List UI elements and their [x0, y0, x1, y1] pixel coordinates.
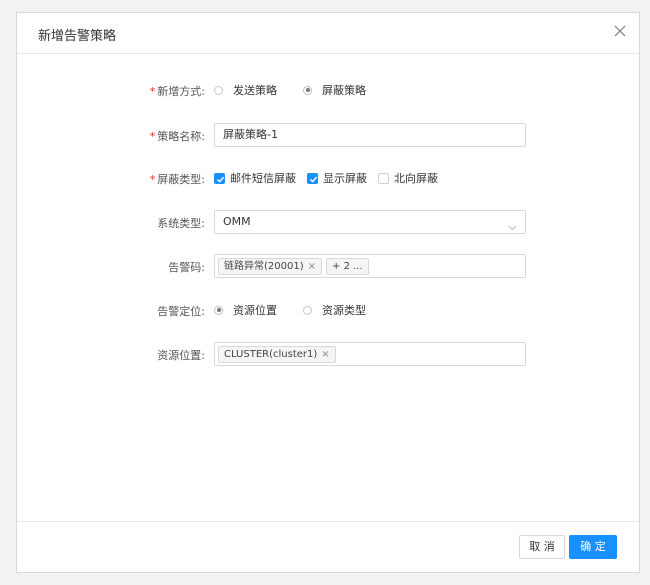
tag-label: CLUSTER(cluster1)	[224, 348, 318, 360]
checkbox-display-mask[interactable]: 显示屏蔽	[307, 170, 367, 186]
alarm-code-row: 告警码: 链路异常(20001) × + 2 ...	[17, 254, 639, 278]
add-alarm-policy-dialog: 新增告警策略 * 新增方式: 发送策略 屏蔽策略 * 策略名称: 屏蔽策略-1 * 屏…	[16, 12, 640, 573]
resource-location-tag: CLUSTER(cluster1) ×	[218, 345, 336, 363]
mode-label: * 新增方式:	[150, 83, 205, 99]
resource-location-row: 资源位置: CLUSTER(cluster1) ×	[17, 342, 639, 366]
dialog-footer: 取 消 确 定	[17, 521, 639, 572]
radio-mask-policy[interactable]: 屏蔽策略	[303, 82, 366, 98]
tag-remove-icon[interactable]: ×	[321, 349, 329, 360]
alarm-code-multiselect[interactable]: 链路异常(20001) × + 2 ...	[214, 254, 526, 278]
radio-selected-icon	[214, 305, 223, 315]
name-label: * 策略名称:	[150, 128, 205, 144]
radio-resource-location[interactable]: 资源位置	[214, 302, 277, 318]
name-row: * 策略名称: 屏蔽策略-1	[17, 123, 639, 147]
checkbox-label: 邮件短信屏蔽	[230, 172, 296, 185]
required-mark: *	[149, 85, 156, 98]
checkbox-checked-icon	[214, 172, 225, 184]
location-mode-row: 告警定位: 资源位置 资源类型	[17, 298, 639, 322]
checkbox-label: 显示屏蔽	[323, 172, 367, 185]
required-mark: *	[149, 173, 156, 186]
mask-type-label: * 屏蔽类型:	[150, 171, 205, 187]
checkbox-unchecked-icon	[378, 172, 389, 184]
close-icon[interactable]	[611, 22, 629, 40]
radio-label: 资源位置	[233, 304, 277, 317]
resource-location-tags: CLUSTER(cluster1) ×	[215, 343, 525, 365]
radio-label: 发送策略	[233, 84, 277, 97]
policy-name-input[interactable]: 屏蔽策略-1	[214, 123, 526, 147]
dialog-header: 新增告警策略	[17, 13, 639, 54]
more-tags-badge[interactable]: + 2 ...	[326, 257, 369, 275]
required-mark: *	[149, 130, 156, 143]
radio-label: 屏蔽策略	[322, 84, 366, 97]
tag-remove-icon[interactable]: ×	[308, 261, 316, 272]
mode-row: * 新增方式: 发送策略 屏蔽策略	[17, 78, 639, 102]
name-label-text: 策略名称:	[157, 130, 205, 143]
radio-send-policy[interactable]: 发送策略	[214, 82, 277, 98]
radio-unselected-icon	[303, 305, 312, 315]
resource-location-label: 资源位置:	[157, 349, 205, 362]
alarm-code-tag: 链路异常(20001) ×	[218, 257, 323, 275]
alarm-code-tags: 链路异常(20001) × + 2 ...	[215, 255, 525, 277]
radio-unselected-icon	[214, 85, 223, 95]
checkbox-checked-icon	[307, 172, 318, 184]
mode-radio-group: 发送策略 屏蔽策略	[214, 78, 392, 102]
mask-type-label-text: 屏蔽类型:	[157, 173, 205, 186]
alarm-code-label: 告警码:	[168, 261, 205, 274]
system-type-select[interactable]: OMM	[214, 210, 526, 234]
radio-selected-icon	[303, 85, 312, 95]
mask-type-row: * 屏蔽类型: 邮件短信屏蔽 显示屏蔽 北向屏蔽	[17, 166, 639, 190]
radio-resource-type[interactable]: 资源类型	[303, 302, 366, 318]
location-mode-radio-group: 资源位置 资源类型	[214, 298, 392, 322]
mode-label-text: 新增方式:	[157, 85, 205, 98]
radio-label: 资源类型	[322, 304, 366, 317]
checkbox-northbound-mask[interactable]: 北向屏蔽	[378, 170, 438, 186]
confirm-button[interactable]: 确 定	[569, 535, 617, 559]
tag-label: 链路异常(20001)	[224, 260, 304, 272]
mask-type-checkbox-group: 邮件短信屏蔽 显示屏蔽 北向屏蔽	[214, 166, 449, 190]
cancel-button[interactable]: 取 消	[519, 535, 565, 559]
resource-location-multiselect[interactable]: CLUSTER(cluster1) ×	[214, 342, 526, 366]
system-type-label: 系统类型:	[157, 217, 205, 230]
checkbox-email-sms-mask[interactable]: 邮件短信屏蔽	[214, 170, 296, 186]
chevron-down-icon	[508, 218, 517, 231]
dialog-title: 新增告警策略	[38, 29, 117, 44]
system-type-value: OMM	[223, 215, 251, 228]
location-mode-label: 告警定位:	[157, 305, 205, 318]
checkbox-label: 北向屏蔽	[394, 172, 438, 185]
system-type-row: 系统类型: OMM	[17, 210, 639, 234]
